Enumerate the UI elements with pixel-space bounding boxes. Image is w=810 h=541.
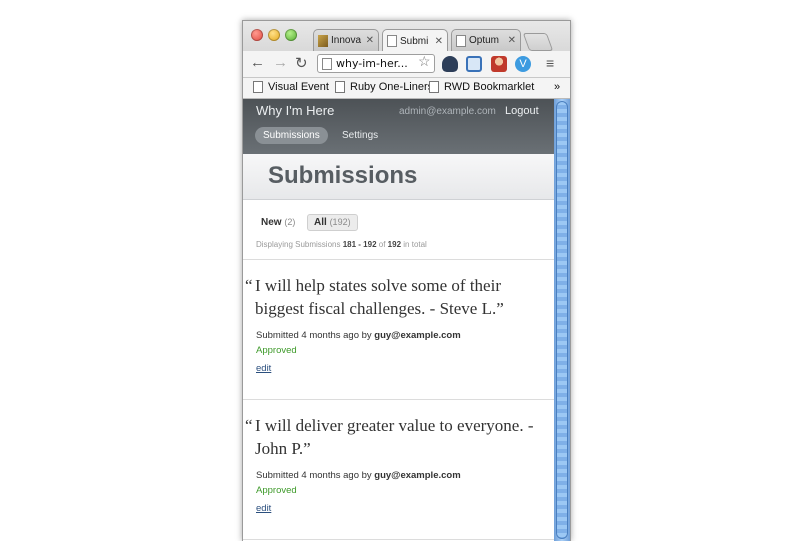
- scrollbar-thumb[interactable]: [556, 101, 568, 539]
- bookmark-rwd-bookmarklet[interactable]: RWD Bookmarklet: [429, 81, 534, 93]
- menu-icon[interactable]: ≡: [546, 55, 554, 71]
- nav-submissions[interactable]: Submissions: [255, 127, 328, 144]
- close-tab-icon[interactable]: ✕: [435, 36, 443, 47]
- tab-innova[interactable]: Innova ✕: [313, 29, 379, 51]
- bookmark-ruby-one-liners[interactable]: Ruby One-Liners: [335, 81, 433, 93]
- bookmark-page-icon: [429, 81, 439, 93]
- back-arrow-icon[interactable]: ←: [250, 54, 265, 71]
- bookmark-page-icon: [335, 81, 345, 93]
- close-tab-icon[interactable]: ✕: [508, 35, 516, 46]
- tab-submissions[interactable]: Submi ✕: [382, 29, 448, 52]
- logout-link[interactable]: Logout: [505, 105, 539, 117]
- nav-settings[interactable]: Settings: [342, 130, 378, 141]
- v-badge-icon[interactable]: V: [515, 56, 531, 72]
- document-favicon-icon: [387, 35, 397, 47]
- status-badge: Approved: [256, 485, 297, 496]
- filter-new[interactable]: New (2): [261, 217, 295, 228]
- submission-quote: “ I will help states solve some of their…: [245, 276, 504, 318]
- filter-all[interactable]: All (192): [307, 214, 358, 231]
- close-window-button[interactable]: [251, 29, 263, 41]
- all-count: (192): [329, 217, 351, 227]
- new-count: (2): [284, 217, 296, 227]
- submission-meta: Submitted 4 months ago by guy@example.co…: [256, 330, 461, 341]
- forward-arrow-icon[interactable]: →: [273, 54, 288, 71]
- user-email: admin@example.com: [399, 106, 496, 117]
- browser-toolbar: ← → ↻ why-im-her... ☆ V ≡: [243, 51, 570, 78]
- new-tab-button[interactable]: [522, 33, 554, 51]
- close-tab-icon[interactable]: ✕: [366, 35, 374, 46]
- submission-quote: “ I will deliver greater value to everyo…: [245, 416, 534, 458]
- bookmarks-bar: Visual Event Ruby One-Liners RWD Bookmar…: [243, 78, 570, 99]
- pot-icon[interactable]: [442, 56, 458, 72]
- person-icon[interactable]: [491, 56, 507, 72]
- window-controls: [251, 29, 297, 41]
- image-favicon-icon: [318, 34, 328, 47]
- minimize-window-button[interactable]: [268, 29, 280, 41]
- screen-capture-icon[interactable]: [466, 56, 482, 72]
- bookmarks-overflow-button[interactable]: »: [554, 81, 560, 93]
- page-icon: [322, 57, 332, 70]
- status-badge: Approved: [256, 345, 297, 356]
- divider: [243, 399, 554, 400]
- bookmark-visual-event[interactable]: Visual Event: [253, 81, 329, 93]
- page-title: Submissions: [268, 162, 418, 189]
- edit-link[interactable]: edit: [256, 363, 271, 374]
- document-favicon-icon: [456, 34, 466, 47]
- page-content: Why I'm Here admin@example.com Logout Su…: [243, 99, 554, 541]
- bookmark-page-icon: [253, 81, 263, 93]
- bookmark-star-icon[interactable]: ☆: [418, 53, 431, 70]
- page-title-area: Submissions: [243, 154, 554, 200]
- app-header: Why I'm Here admin@example.com Logout Su…: [243, 99, 554, 154]
- divider: [243, 259, 554, 260]
- zoom-window-button[interactable]: [285, 29, 297, 41]
- app-brand[interactable]: Why I'm Here: [256, 103, 334, 118]
- paging-info: Displaying Submissions 181 - 192 of 192 …: [256, 240, 427, 249]
- edit-link[interactable]: edit: [256, 503, 271, 514]
- submission-meta: Submitted 4 months ago by guy@example.co…: [256, 470, 461, 481]
- browser-window: Innova ✕ Submi ✕ Optum ✕ ← → ↻ why-im-he…: [242, 20, 571, 541]
- reload-icon[interactable]: ↻: [295, 54, 308, 72]
- scrollbar[interactable]: [554, 99, 570, 541]
- tab-optum[interactable]: Optum ✕: [451, 29, 521, 51]
